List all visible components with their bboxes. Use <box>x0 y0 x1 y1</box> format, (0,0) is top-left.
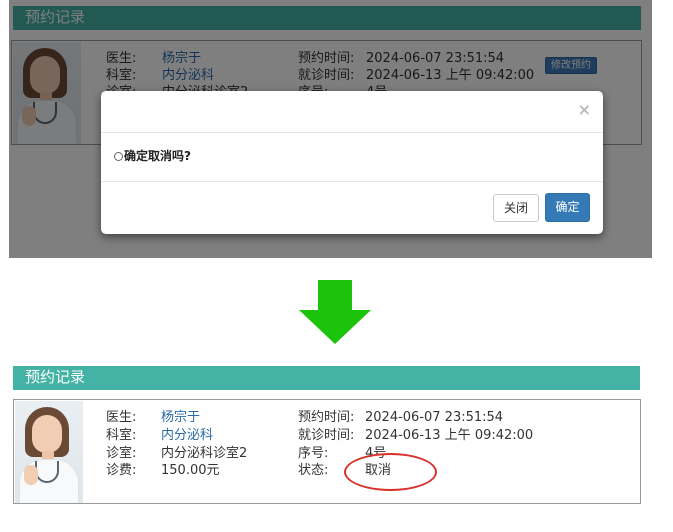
modal-close-button[interactable]: 关闭 <box>493 194 539 222</box>
arrow-down-icon <box>299 280 371 344</box>
book-time-value: 2024-06-07 23:51:54 <box>365 410 504 425</box>
confirm-cancel-modal: × 确定取消吗? 关闭 确定 <box>101 91 603 234</box>
before-screenshot: 预约记录 医生: 杨宗于 科室: 内分泌科 诊室: 内分泌科诊室2 预约时间: … <box>9 0 652 258</box>
doctor-name-link[interactable]: 杨宗于 <box>161 409 200 426</box>
visit-time-value: 2024-06-13 上午 09:42:00 <box>365 428 534 443</box>
status-highlight-ellipse <box>344 453 437 491</box>
status-label: 状态: <box>298 463 329 478</box>
book-time-label: 预约时间: <box>298 410 355 425</box>
section-header: 预约记录 <box>13 366 640 390</box>
modal-confirm-button[interactable]: 确定 <box>545 193 590 222</box>
fee-value: 150.00元 <box>161 463 220 478</box>
dept-link[interactable]: 内分泌科 <box>161 427 213 444</box>
radio-icon <box>114 152 123 161</box>
dept-label: 科室: <box>106 428 137 443</box>
seq-label: 序号: <box>298 446 329 461</box>
modal-message: 确定取消吗? <box>124 149 191 163</box>
fee-label: 诊费: <box>106 463 137 478</box>
appointment-card: 医生: 杨宗于 科室: 内分泌科 诊室: 内分泌科诊室2 诊费: 150.00元… <box>13 399 641 504</box>
room-label: 诊室: <box>106 446 137 461</box>
room-value: 内分泌科诊室2 <box>161 446 248 461</box>
close-icon[interactable]: × <box>578 100 591 119</box>
visit-time-label: 就诊时间: <box>298 428 355 443</box>
doctor-label: 医生: <box>106 410 137 425</box>
modal-divider <box>101 181 603 182</box>
modal-body: 确定取消吗? <box>114 147 191 164</box>
modal-divider <box>101 132 603 133</box>
doctor-avatar <box>15 401 83 503</box>
